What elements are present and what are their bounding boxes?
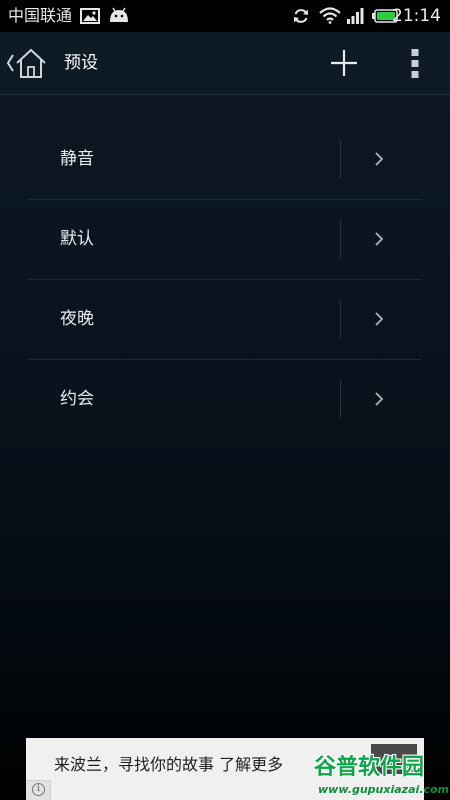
ad-info-button[interactable]: i (26, 780, 51, 800)
preset-item-silent[interactable]: 静音 (28, 120, 422, 200)
info-icon: i (32, 783, 45, 796)
preset-label: 静音 (60, 149, 94, 169)
item-divider (340, 220, 341, 258)
action-bar: 预设 (0, 32, 450, 95)
gallery-icon (80, 8, 100, 24)
android-icon (110, 7, 128, 22)
clock: 21:14 (392, 6, 441, 26)
sync-icon (294, 9, 308, 23)
ad-text[interactable]: 来波兰，寻找你的故事 了解更多 (54, 754, 283, 776)
back-chevron-icon (6, 54, 14, 72)
watermark: 谷普软件园 www.gupuxiazai.com (310, 752, 449, 800)
item-divider (340, 380, 341, 418)
preset-label: 默认 (60, 229, 94, 249)
status-bar: 中国联通 21:14 (0, 0, 450, 32)
watermark-brand: 谷普软件园 (314, 755, 425, 780)
preset-label: 夜晚 (60, 309, 94, 329)
overflow-menu-icon (411, 49, 419, 78)
chevron-right-icon[interactable] (373, 310, 385, 328)
preset-list: 静音 默认 夜晚 约会 (28, 120, 422, 439)
page-title: 预设 (64, 53, 98, 73)
preset-item-date[interactable]: 约会 (28, 360, 422, 439)
signal-icon (347, 8, 364, 24)
chevron-right-icon[interactable] (373, 390, 385, 408)
item-divider (340, 300, 341, 338)
preset-label: 约会 (60, 389, 94, 409)
preset-item-default[interactable]: 默认 (28, 200, 422, 280)
overflow-menu-button[interactable] (402, 45, 428, 81)
chevron-right-icon[interactable] (373, 150, 385, 168)
home-icon (16, 48, 46, 78)
screen: 中国联通 21:14 预设 静音 默认 夜晚 约会 来波兰，寻找你的故事 了解更… (0, 0, 450, 800)
preset-item-night[interactable]: 夜晚 (28, 280, 422, 360)
back-home-button[interactable] (4, 46, 50, 80)
watermark-url: www.gupuxiazai.com (318, 783, 449, 796)
plus-icon (331, 50, 357, 76)
carrier-name: 中国联通 (8, 6, 73, 25)
wifi-icon (319, 7, 341, 24)
chevron-right-icon[interactable] (373, 230, 385, 248)
item-divider (340, 140, 341, 178)
add-preset-button[interactable] (326, 47, 362, 79)
